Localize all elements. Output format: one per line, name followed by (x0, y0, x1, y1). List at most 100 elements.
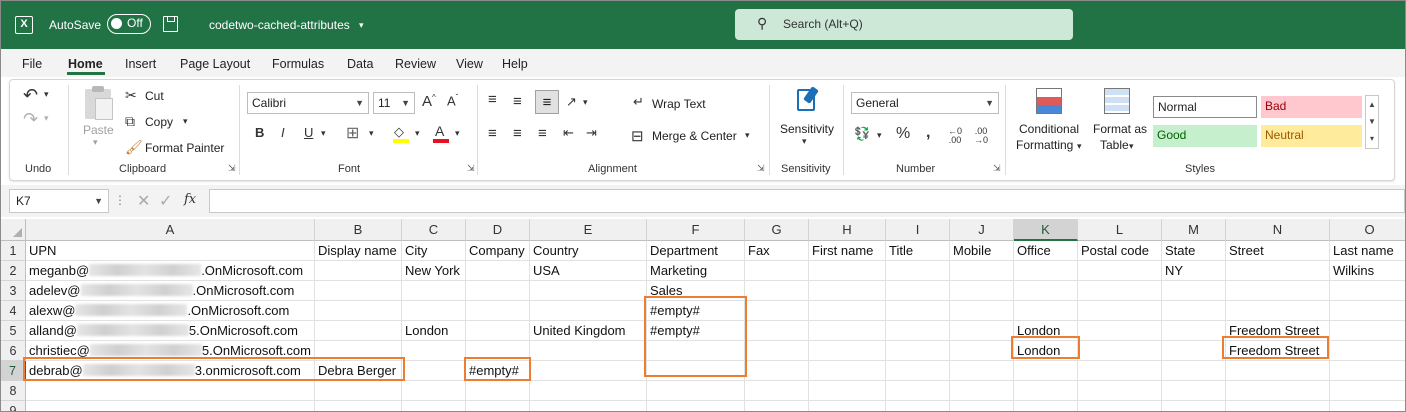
column-header-h[interactable]: H (809, 219, 886, 241)
cell-h3[interactable] (809, 281, 886, 301)
paste-dropdown-icon[interactable]: ▾ (93, 137, 98, 148)
tab-insert[interactable]: Insert (125, 49, 156, 79)
cell-j3[interactable] (950, 281, 1014, 301)
cell-d4[interactable] (466, 301, 530, 321)
cut-button[interactable]: Cut (145, 89, 164, 103)
column-header-a[interactable]: A (26, 219, 315, 241)
cell-g7[interactable] (745, 361, 809, 381)
cell-b9[interactable] (315, 401, 402, 411)
font-launcher-icon[interactable]: ⇲ (467, 164, 476, 173)
orientation-dropdown-icon[interactable]: ▾ (583, 97, 588, 108)
cell-c7[interactable] (402, 361, 466, 381)
row-header-5[interactable]: 5 (1, 321, 26, 341)
cell-m9[interactable] (1162, 401, 1226, 411)
cell-o4[interactable] (1330, 301, 1405, 321)
cell-m8[interactable] (1162, 381, 1226, 401)
conditional-formatting-label-1[interactable]: Conditional (1019, 122, 1079, 136)
comma-style-icon[interactable]: , (926, 124, 930, 142)
redo-icon[interactable]: ↷ (23, 109, 38, 130)
cell-l6[interactable] (1078, 341, 1162, 361)
cell-k1[interactable]: Office (1014, 241, 1078, 261)
cell-d1[interactable]: Company (466, 241, 530, 261)
align-center-icon[interactable]: ≡ (513, 125, 522, 142)
cell-n1[interactable]: Street (1226, 241, 1330, 261)
copy-dropdown-icon[interactable]: ▾ (183, 116, 188, 127)
cell-j4[interactable] (950, 301, 1014, 321)
cell-o8[interactable] (1330, 381, 1405, 401)
column-header-b[interactable]: B (315, 219, 402, 241)
cell-c3[interactable] (402, 281, 466, 301)
cell-i9[interactable] (886, 401, 950, 411)
cell-j7[interactable] (950, 361, 1014, 381)
search-box[interactable]: ⚲ Search (Alt+Q) (735, 9, 1073, 40)
row-header-8[interactable]: 8 (1, 381, 26, 401)
cell-h2[interactable] (809, 261, 886, 281)
cell-c8[interactable] (402, 381, 466, 401)
redo-dropdown-icon[interactable]: ▾ (44, 113, 49, 124)
cell-a6[interactable]: christiec@ 5.OnMicrosoft.com (26, 341, 315, 361)
cell-m5[interactable] (1162, 321, 1226, 341)
cell-f2[interactable]: Marketing (647, 261, 745, 281)
column-header-l[interactable]: L (1078, 219, 1162, 241)
cell-o5[interactable] (1330, 321, 1405, 341)
tab-review[interactable]: Review (395, 49, 436, 79)
cell-c6[interactable] (402, 341, 466, 361)
row-header-1[interactable]: 1 (1, 241, 26, 261)
cell-i2[interactable] (886, 261, 950, 281)
cell-k4[interactable] (1014, 301, 1078, 321)
cell-h9[interactable] (809, 401, 886, 411)
fill-color-icon[interactable]: ◇ (393, 124, 409, 143)
cell-e4[interactable] (530, 301, 647, 321)
cell-j9[interactable] (950, 401, 1014, 411)
cell-f7[interactable] (647, 361, 745, 381)
alignment-launcher-icon[interactable]: ⇲ (757, 164, 766, 173)
cell-b1[interactable]: Display name (315, 241, 402, 261)
align-right-icon[interactable]: ≡ (538, 125, 547, 142)
column-header-d[interactable]: D (466, 219, 530, 241)
cell-k6[interactable]: London (1014, 341, 1078, 361)
cell-h8[interactable] (809, 381, 886, 401)
row-header-7[interactable]: 7 (1, 361, 26, 381)
increase-decimal-icon[interactable]: ←0.00 (948, 127, 962, 145)
column-header-m[interactable]: M (1162, 219, 1226, 241)
cell-m2[interactable]: NY (1162, 261, 1226, 281)
merge-center-icon[interactable]: ⊟ (631, 127, 644, 145)
cell-a1[interactable]: UPN (26, 241, 315, 261)
more-options-icon[interactable]: ⋮ (114, 193, 126, 207)
cell-d2[interactable] (466, 261, 530, 281)
align-middle-icon[interactable]: ≡ (513, 93, 522, 110)
cell-b5[interactable] (315, 321, 402, 341)
fill-color-dropdown-icon[interactable]: ▾ (415, 128, 420, 139)
filename-chevron-icon[interactable]: ▾ (359, 1, 364, 49)
cell-l7[interactable] (1078, 361, 1162, 381)
cell-d9[interactable] (466, 401, 530, 411)
percent-icon[interactable]: % (896, 125, 910, 143)
font-color-icon[interactable]: A (433, 123, 449, 143)
cell-k7[interactable] (1014, 361, 1078, 381)
format-painter-button[interactable]: Format Painter (145, 141, 224, 155)
wrap-text-button[interactable]: Wrap Text (652, 97, 706, 111)
cancel-icon[interactable]: ✕ (137, 191, 150, 211)
number-format-select[interactable]: General ▼ (851, 92, 999, 114)
increase-font-icon[interactable]: A^ (422, 93, 436, 110)
cell-a4[interactable]: alexw@ .OnMicrosoft.com (26, 301, 315, 321)
copy-button[interactable]: Copy (145, 115, 173, 129)
column-header-g[interactable]: G (745, 219, 809, 241)
row-header-3[interactable]: 3 (1, 281, 26, 301)
column-header-j[interactable]: J (950, 219, 1014, 241)
italic-icon[interactable]: I (281, 125, 285, 140)
tab-formulas[interactable]: Formulas (272, 49, 324, 79)
cell-j8[interactable] (950, 381, 1014, 401)
cell-n5[interactable]: Freedom Street (1226, 321, 1330, 341)
cell-k2[interactable] (1014, 261, 1078, 281)
undo-icon[interactable]: ↶ (23, 85, 38, 106)
enter-icon[interactable]: ✓ (159, 191, 172, 211)
align-top-icon[interactable]: ≡ (488, 91, 497, 108)
cell-m1[interactable]: State (1162, 241, 1226, 261)
cell-l5[interactable] (1078, 321, 1162, 341)
cell-c4[interactable] (402, 301, 466, 321)
cell-f1[interactable]: Department (647, 241, 745, 261)
format-as-table-label-2[interactable]: Table (1100, 138, 1129, 152)
cell-b3[interactable] (315, 281, 402, 301)
column-header-n[interactable]: N (1226, 219, 1330, 241)
